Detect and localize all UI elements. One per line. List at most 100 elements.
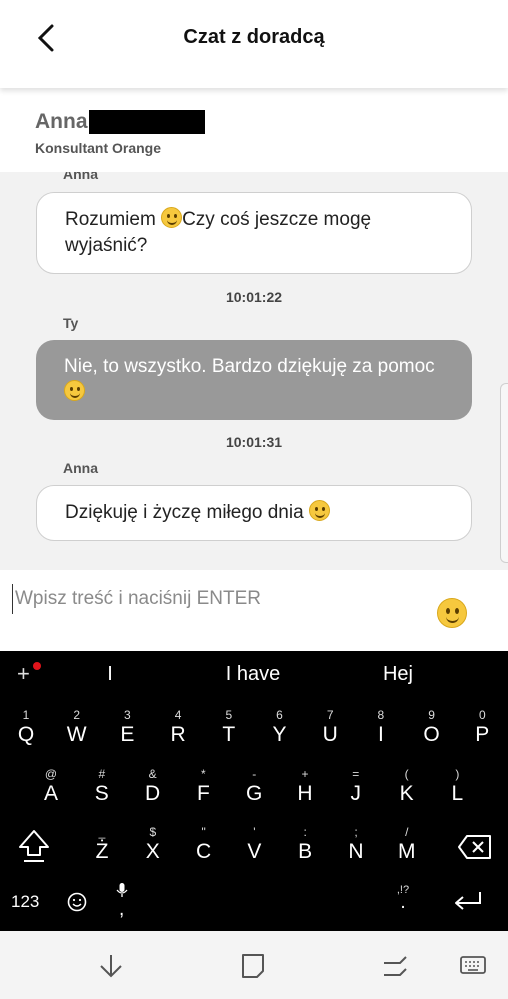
key-ż[interactable]: _ Ż (80, 822, 124, 872)
key-g[interactable]: -G (232, 764, 276, 814)
emoji-button[interactable] (437, 598, 467, 628)
key-label: V (247, 840, 262, 863)
key-l[interactable]: ) L (435, 764, 479, 814)
key-f[interactable]: * F (181, 764, 225, 814)
smiley-face-icon (437, 598, 467, 628)
key-p[interactable]: 0P (460, 705, 504, 755)
key-secondary-label: 6 (276, 708, 283, 722)
key-secondary-label: ) (455, 767, 460, 781)
key-r[interactable]: 4R (156, 705, 200, 755)
key-e[interactable]: 3E (105, 705, 149, 755)
key-secondary-label: / (405, 825, 409, 839)
comma-key[interactable]: , (113, 881, 131, 923)
key-u[interactable]: 7U (308, 705, 352, 755)
key-label: K (399, 782, 414, 805)
period-key[interactable]: ,!? . (393, 884, 413, 924)
spacebar[interactable] (132, 891, 382, 921)
suggestion-item[interactable]: I have (226, 663, 280, 686)
suggestion-item[interactable]: Hej (383, 663, 413, 686)
key-secondary-label: 0 (478, 708, 486, 722)
numbers-key[interactable]: 123 (11, 892, 39, 912)
key-label: M (398, 840, 416, 863)
key-label: C (196, 840, 212, 863)
nav-back-button[interactable] (96, 951, 126, 981)
suggestion-bar: + I I have Hej (0, 651, 508, 697)
key-secondary-label: ; (354, 825, 358, 839)
key-secondary-label: : (303, 825, 307, 839)
key-label: A (43, 782, 58, 805)
message-bubble: Dziękuję i życzę miłego dnia (36, 485, 472, 541)
key-label: T (222, 723, 236, 746)
suggestion-item[interactable]: I (107, 663, 113, 686)
key-t[interactable]: 5T (207, 705, 251, 755)
key-label: P (475, 723, 490, 746)
soft-keyboard: + I I have Hej 1Q2W3E4R5T6Y7U8I9O0P @ A # S… (0, 651, 508, 931)
key-secondary-label: 4 (174, 708, 182, 722)
enter-key[interactable] (452, 889, 484, 913)
key-c[interactable]: " C (182, 822, 226, 872)
enter-return-icon (455, 892, 481, 910)
key-secondary-label: 9 (428, 708, 435, 722)
key-h[interactable]: + H (283, 764, 327, 814)
period-label: . (400, 892, 406, 913)
key-secondary-label: & (148, 767, 157, 781)
key-w[interactable]: 2W (55, 705, 99, 755)
key-label: N (348, 840, 364, 863)
agent-name: Anna (35, 110, 88, 133)
key-label: X (145, 840, 160, 863)
nav-home-button[interactable] (238, 951, 268, 981)
smiley-emoji-icon (64, 380, 85, 401)
comma-label: , (119, 899, 125, 920)
key-label: H (297, 782, 313, 805)
key-label: L (451, 782, 464, 805)
message-timestamp: 10:01:22 (225, 289, 283, 305)
key-secondary-label: - (252, 767, 257, 781)
scroll-handle[interactable] (500, 383, 508, 563)
key-secondary-label: @ (44, 767, 58, 781)
message-input[interactable] (12, 584, 412, 614)
nav-recent-button[interactable] (380, 951, 410, 981)
plus-icon[interactable]: + (17, 661, 30, 687)
key-j[interactable]: = J (334, 764, 378, 814)
key-v[interactable]: ' V (232, 822, 276, 872)
app-header: Czat z doradcą (0, 0, 508, 88)
smiley-emoji-icon (308, 500, 330, 521)
key-label: W (66, 723, 87, 746)
key-label: O (423, 723, 440, 746)
key-secondary-label: 3 (124, 708, 131, 722)
shift-arrow-icon (19, 830, 49, 862)
smiley-outline-icon (67, 892, 87, 912)
key-label: Q (17, 723, 35, 746)
key-label: F (196, 782, 210, 805)
message-sender: Ty (63, 315, 79, 331)
key-secondary-label: $ (149, 825, 157, 839)
key-a[interactable]: @ A (29, 764, 73, 814)
key-q[interactable]: 1Q (4, 705, 48, 755)
nav-back-icon (100, 955, 122, 978)
nav-keyboard-button[interactable] (458, 951, 488, 981)
key-y[interactable]: 6Y (258, 705, 302, 755)
key-x[interactable]: $ X (131, 822, 175, 872)
key-secondary-label: 5 (225, 708, 233, 722)
key-m[interactable]: / M (385, 822, 429, 872)
key-b[interactable]: :B (283, 822, 327, 872)
key-k[interactable]: (K (385, 764, 429, 814)
key-secondary-label: ( (404, 767, 409, 781)
key-d[interactable]: & D (131, 764, 175, 814)
key-o[interactable]: 9O (410, 705, 454, 755)
emoji-key[interactable] (66, 891, 88, 913)
key-i[interactable]: 8I (359, 705, 403, 755)
message-composer (0, 570, 508, 651)
message-sender: Anna (63, 460, 98, 476)
backspace-key[interactable] (457, 833, 493, 861)
key-label: D (145, 782, 161, 805)
chat-area[interactable]: Anna Konsultant Orange Anna Rozumiem Czy… (0, 88, 508, 570)
shift-key[interactable] (16, 827, 52, 867)
key-n[interactable]: ; N (334, 822, 378, 872)
key-label: Y (272, 723, 287, 746)
key-secondary-label: ' (253, 825, 256, 839)
message-text: Dziękuję i życzę miłego dnia (65, 502, 309, 523)
agent-role: Konsultant Orange (35, 140, 162, 156)
key-s[interactable]: # S (80, 764, 124, 814)
microphone-icon (116, 883, 128, 897)
